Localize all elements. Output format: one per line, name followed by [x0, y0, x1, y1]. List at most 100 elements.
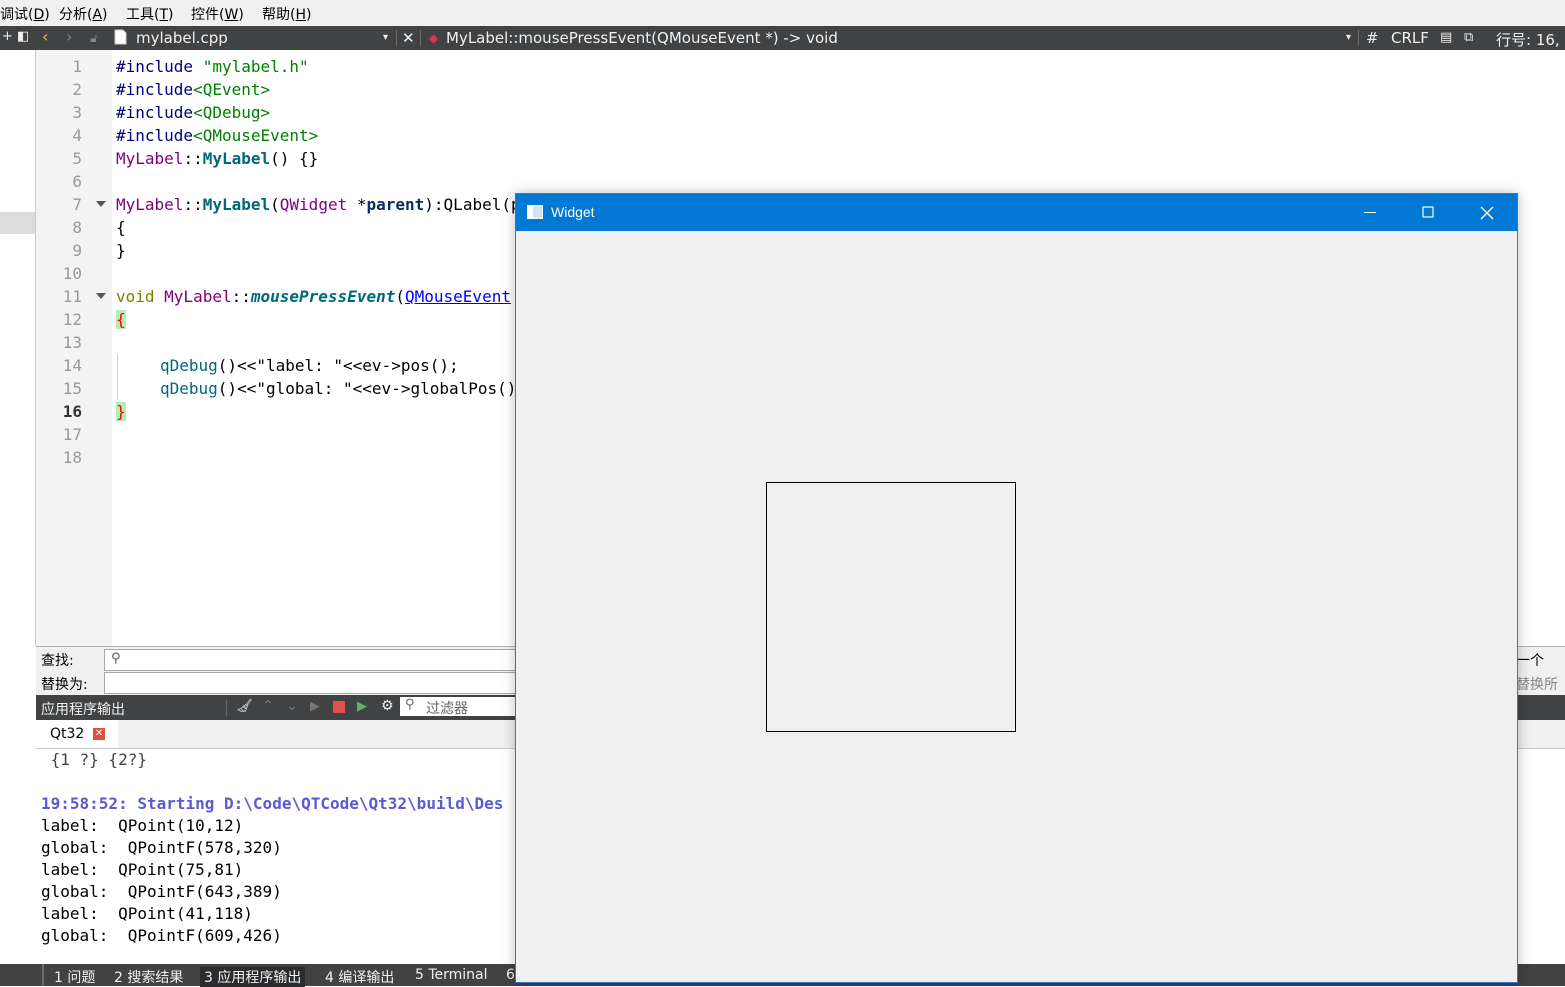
line-ending-indicator[interactable]: CRLF	[1391, 29, 1429, 47]
output-line: global: QPointF(643,389)	[41, 882, 282, 901]
menu-analyze[interactable]: 分析(A)	[59, 4, 108, 24]
minimize-button[interactable]	[1341, 194, 1399, 231]
lock-icon: 🔓︎	[90, 31, 98, 45]
tab-application-output[interactable]: 3 应用程序输出	[200, 967, 306, 987]
output-line: label: QPoint(41,118)	[41, 904, 253, 923]
filter-placeholder: 过滤器	[426, 701, 468, 717]
menu-debug[interactable]: 调试(D)	[0, 4, 50, 24]
function-icon: ◆	[429, 31, 439, 45]
hash-indicator[interactable]: #	[1366, 29, 1379, 47]
app-icon	[527, 205, 543, 219]
line-number: 6	[72, 172, 82, 191]
code-line: }	[116, 400, 126, 423]
widget-title-bar[interactable]: Widget	[516, 194, 1517, 231]
line-number: 12	[62, 310, 82, 329]
widget-window[interactable]: Widget	[515, 193, 1518, 983]
line-number: 13	[62, 333, 82, 352]
forward-arrow-icon[interactable]: ›	[66, 27, 72, 46]
clear-icon[interactable]: 🧹︎	[236, 699, 253, 714]
tab-issues[interactable]: 1 问题	[54, 967, 95, 987]
line-number: 14	[62, 356, 82, 375]
code-line: MyLabel::MyLabel(QWidget *parent):QLabel…	[116, 195, 579, 214]
output-line: {1 ?} {2?}	[41, 750, 147, 769]
file-name-combo[interactable]: mylabel.cpp	[136, 29, 228, 47]
replace-input[interactable]	[104, 672, 526, 694]
gear-icon[interactable]: ⚙	[381, 698, 394, 714]
output-pane-title: 应用程序输出	[41, 702, 125, 718]
menu-bar: 调试(D) 分析(A) 工具(T) 控件(W) 帮助(H)	[0, 0, 1565, 27]
tab-more[interactable]: 6	[506, 967, 515, 983]
tab-search-results[interactable]: 2 搜索结果	[114, 967, 183, 987]
left-sidebar-strip	[0, 50, 36, 646]
my-label-box[interactable]	[766, 482, 1016, 732]
code-line: #include "mylabel.h"	[116, 57, 309, 76]
code-line: #include<QDebug>	[116, 103, 271, 122]
line-number: 1	[72, 57, 82, 76]
tab-label: Qt32	[50, 726, 85, 742]
menu-tools[interactable]: 工具(T)	[126, 4, 174, 24]
output-line: label: QPoint(75,81)	[41, 860, 244, 879]
code-line: }	[116, 241, 126, 260]
chevron-down-icon[interactable]: ▾	[1346, 32, 1351, 43]
line-number: 5	[72, 149, 82, 168]
matching-brace: {	[116, 310, 126, 329]
menu-help[interactable]: 帮助(H)	[262, 4, 311, 24]
down-arrow-icon[interactable]: ⌄	[286, 698, 298, 714]
code-line: void MyLabel::mousePressEvent(QMouseEven…	[116, 287, 511, 306]
split-icon[interactable]: + ◧	[2, 29, 29, 44]
fold-marker-icon[interactable]	[96, 201, 106, 207]
up-arrow-icon[interactable]: ⌃	[262, 698, 274, 714]
code-line: {	[116, 218, 126, 237]
search-icon: ⚲	[111, 651, 121, 666]
line-number: 4	[72, 126, 82, 145]
close-button[interactable]	[1457, 194, 1515, 231]
close-icon[interactable]: ✕	[402, 29, 415, 47]
back-arrow-icon[interactable]: ‹	[42, 27, 48, 46]
find-input[interactable]: ⚲	[104, 649, 526, 671]
chevron-down-icon[interactable]: ▾	[383, 32, 388, 43]
line-number: 2	[72, 80, 82, 99]
filter-input[interactable]: ⚲ 过滤器	[400, 697, 515, 717]
find-label: 查找:	[41, 653, 74, 669]
code-line: {	[116, 308, 126, 331]
stop-icon[interactable]	[333, 701, 345, 713]
code-line: qDebug()<<"global: "<<ev->globalPos();	[160, 379, 527, 398]
doc-icon[interactable]: ▤	[1440, 30, 1452, 45]
code-line: qDebug()<<"label: "<<ev->pos();	[160, 356, 459, 375]
output-line: global: QPointF(578,320)	[41, 838, 282, 857]
code-line: #include<QEvent>	[116, 80, 271, 99]
find-next-button[interactable]: 一个	[1516, 650, 1544, 670]
tab-compile-output[interactable]: 4 编译输出	[325, 967, 394, 987]
line-number: 7	[72, 195, 82, 214]
output-line: global: QPointF(609,426)	[41, 926, 282, 945]
file-icon	[114, 29, 127, 49]
line-number: 9	[72, 241, 82, 260]
line-number: 10	[62, 264, 82, 283]
debug-run-icon[interactable]: ▶	[357, 699, 367, 714]
indent-guide	[117, 354, 118, 400]
output-line: label: QPoint(10,12)	[41, 816, 244, 835]
close-icon[interactable]: ✕	[93, 728, 105, 740]
line-number: 15	[62, 379, 82, 398]
maximize-button[interactable]	[1399, 194, 1457, 231]
editor-toolbar: + ◧ ‹ › 🔓︎ mylabel.cpp ▾ ✕ ◆ MyLabel::mo…	[0, 26, 1565, 50]
window-title: Widget	[551, 204, 595, 220]
line-number: 3	[72, 103, 82, 122]
run-icon[interactable]: ▶	[310, 699, 320, 714]
matching-brace: }	[116, 402, 126, 421]
copy-icon[interactable]: ⧉	[1464, 30, 1473, 45]
tab-terminal[interactable]: 5 Terminal	[415, 967, 488, 983]
line-number: 8	[72, 218, 82, 237]
line-number: 18	[62, 448, 82, 467]
tab-qt32[interactable]: Qt32 ✕	[36, 720, 118, 748]
code-line: #include<QMouseEvent>	[116, 126, 319, 145]
line-number-current: 16	[62, 402, 82, 421]
code-line: MyLabel::MyLabel() {}	[116, 149, 319, 168]
line-number-gutter: 1 2 3 4 5 6 7 8 9 10 11 12 13 14 15 16 1…	[36, 50, 125, 646]
fold-marker-icon[interactable]	[96, 293, 106, 299]
search-icon: ⚲	[405, 697, 415, 712]
function-combo[interactable]: MyLabel::mousePressEvent(QMouseEvent *) …	[446, 29, 838, 47]
menu-controls[interactable]: 控件(W)	[191, 4, 244, 24]
output-line: 19:58:52: Starting D:\Code\QTCode\Qt32\b…	[41, 794, 504, 813]
cursor-position[interactable]: 行号: 16, 列	[1496, 29, 1565, 50]
